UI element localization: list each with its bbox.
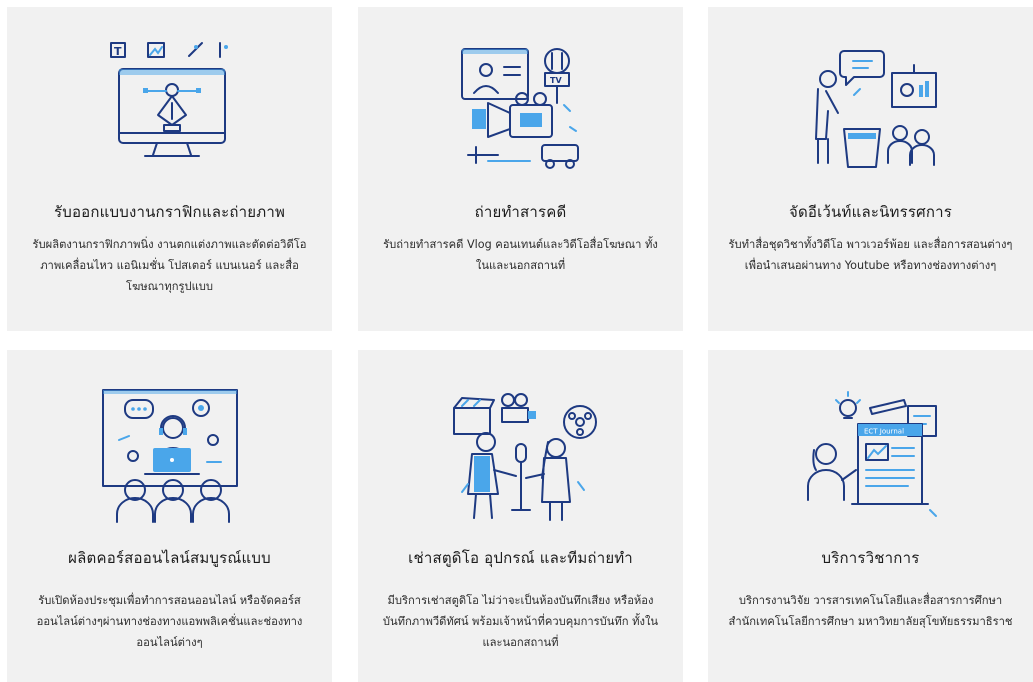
graphic-design-illustration-icon: T [110,42,228,157]
academic-service-illustration-icon: ECT Journal [807,391,937,517]
service-description: รับผลิตงานกราฟิกภาพนิ่ง งานตกแต่งภาพและต… [32,238,307,293]
svg-text:TV: TV [550,76,562,85]
service-description: รับเปิดห้องประชุมเพื่อทำการสอนออนไลน์ หร… [36,594,303,649]
service-card-academic[interactable]: ECT Journal บริการวิชาการ บริการงานวิจัย… [708,350,1033,682]
online-course-illustration-icon [102,389,238,523]
service-description: บริการงานวิจัย วารสารเทคโนโลยีและสื่อสาร… [728,594,1013,628]
service-title: ผลิตคอร์สออนไลน์สมบูรณ์แบบ [68,549,271,567]
svg-text:T: T [114,45,122,58]
studio-rental-illustration-icon [453,393,597,521]
service-title: บริการวิชาการ [821,549,920,567]
event-presentation-illustration-icon [815,50,937,168]
service-title: รับออกแบบงานกราฟิกและถ่ายภาพ [53,203,286,221]
service-title: ถ่ายทำสารคดี [474,203,567,221]
service-card-documentary[interactable]: TV ถ่ายทำสารคดี รับถ่ายทำสารคดี Vlog คอน… [358,7,683,331]
service-card-event[interactable]: จัดอีเว้นท์และนิทรรศการ รับทำสื่อชุดวิชา… [708,7,1033,331]
service-description: รับถ่ายทำสารคดี Vlog คอนเทนต์และวิดีโอสื… [383,238,658,272]
service-card-graphic-design[interactable]: T รับออกแบบงานกราฟิกและถ่ายภาพ รับผลิตงา… [7,7,332,331]
service-description: รับทำสื่อชุดวิชาทั้งวิดีโอ พาวเวอร์พ้อย … [728,238,1013,272]
service-title: จัดอีเว้นท์และนิทรรศการ [788,203,953,221]
video-production-illustration-icon: TV [461,48,579,169]
service-description: มีบริการเช่าสตูดิโอ ไม่ว่าจะเป็นห้องบันท… [382,594,659,649]
service-card-online-course[interactable]: ผลิตคอร์สออนไลน์สมบูรณ์แบบ รับเปิดห้องปร… [7,350,332,682]
service-title: เช่าสตูดิโอ อุปกรณ์ และทีมถ่ายทำ [408,549,633,567]
service-card-studio-rental[interactable]: เช่าสตูดิโอ อุปกรณ์ และทีมถ่ายทำ มีบริกา… [358,350,683,682]
journal-label: ECT Journal [864,428,904,436]
